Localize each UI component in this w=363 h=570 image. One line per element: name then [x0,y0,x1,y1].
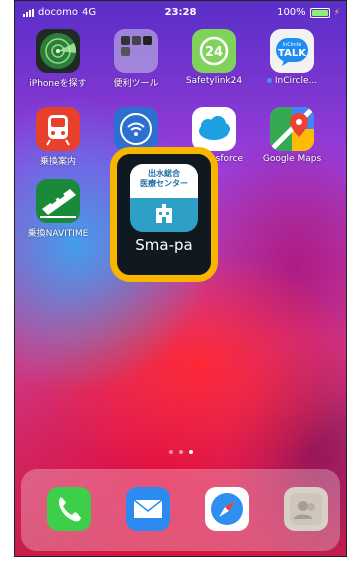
folder-icon [114,29,158,73]
charging-icon: ⚡ [333,7,340,18]
compass-icon[interactable] [205,487,249,531]
navitime-train-icon [36,179,80,223]
battery-percent: 100% [277,7,306,18]
radar-icon [36,29,80,73]
page-dot-active [188,450,193,454]
salesforce-cloud-icon [192,107,236,151]
app-label: Safetylink24 [185,76,243,86]
app-label: Google Maps [262,154,322,164]
contacts-icon[interactable] [284,487,328,531]
icon-text-line2: 医療センター [140,179,188,188]
hospital-building-icon: 出水総合 医療センター [130,164,198,232]
status-bar: docomo 4G 23:28 100% ⚡ [15,1,346,23]
mail-icon[interactable] [126,487,170,531]
app-google-maps[interactable]: Google Maps [257,107,327,164]
svg-text:24: 24 [205,45,223,60]
app-incircle[interactable]: InCircle TALK InCircle... [257,29,327,86]
battery-info: 100% ⚡ [277,7,340,18]
app-label: InCircle... [257,76,327,86]
battery-icon [309,7,330,18]
app-folder-tools[interactable]: 便利ツール [101,29,171,89]
dock [21,469,340,551]
svg-text:TALK: TALK [278,48,307,59]
notification-dot [266,78,272,83]
app-sma-pa-highlight[interactable]: 出水総合 医療センター Sma-pa [110,147,218,282]
app-label: 乗換NAVITIME [27,229,89,239]
page-dot [178,450,183,454]
page-indicator[interactable] [15,439,346,458]
phone-icon[interactable] [47,487,91,531]
building-icon [156,204,172,223]
train-icon [36,107,80,151]
google-maps-icon [270,107,314,151]
app-navitime[interactable]: 乗換NAVITIME [23,179,93,239]
wifi-icon [114,107,158,151]
page-dot [168,450,173,454]
app-find-iphone[interactable]: iPhoneを探す [23,29,93,89]
app-label-text: InCircle... [274,76,318,86]
incircle-talk-icon: InCircle TALK [270,29,314,73]
app-safetylink24[interactable]: 24 Safetylink24 [179,29,249,86]
phone-screen: docomo 4G 23:28 100% ⚡ iPhoneを探す 便利ツール 2… [14,0,347,557]
safetylink24-icon: 24 [192,29,236,73]
icon-text-line1: 出水総合 [148,169,180,178]
app-label: Sma-pa [135,236,193,254]
app-norikae-annai[interactable]: 乗換案内 [23,107,93,167]
app-label: iPhoneを探す [29,79,87,89]
app-label: 便利ツール [113,79,159,89]
app-label: 乗換案内 [39,157,76,167]
